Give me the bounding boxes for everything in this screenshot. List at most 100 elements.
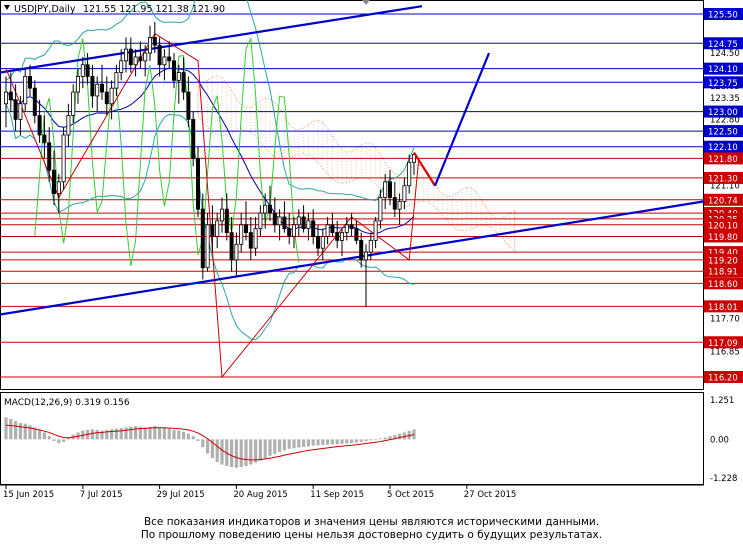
level-label: 122.10 bbox=[708, 143, 738, 153]
chart-title: USDJPY,Daily bbox=[14, 4, 76, 15]
price-level-labels: 125.50 124.75 124.10 123.75 123.00 122.50 122.… bbox=[704, 8, 743, 384]
macd-histogram-bar bbox=[215, 439, 219, 463]
macd-histogram-bar bbox=[364, 439, 368, 442]
chart-canvas: 123.35122.80121.10117.70116.85124.50123.… bbox=[0, 0, 743, 500]
candle-body bbox=[114, 72, 119, 89]
candle-body bbox=[128, 48, 133, 66]
macd-histogram-bar bbox=[134, 426, 138, 440]
macd-histogram-bar bbox=[335, 439, 339, 445]
level-label: 121.30 bbox=[708, 174, 738, 184]
time-tick-label: 7 Jul 2015 bbox=[80, 490, 123, 500]
candle-body bbox=[320, 236, 325, 249]
macd-histogram-bar bbox=[306, 439, 310, 447]
candle-body bbox=[272, 212, 277, 226]
price-tick-label: 123.35 bbox=[710, 94, 740, 104]
macd-histogram-bar bbox=[62, 439, 66, 442]
macd-histogram-bar bbox=[330, 439, 334, 445]
level-label: 123.00 bbox=[708, 108, 738, 118]
candle-body bbox=[258, 212, 263, 230]
candle-body bbox=[100, 83, 105, 93]
candle-body bbox=[311, 220, 316, 237]
macd-histogram-bar bbox=[52, 439, 56, 441]
macd-histogram-bar bbox=[282, 439, 286, 451]
macd-histogram-bar bbox=[369, 439, 373, 441]
macd-histogram-bar bbox=[4, 417, 8, 440]
candle-body bbox=[267, 204, 272, 214]
candle-body bbox=[52, 169, 57, 194]
candle-body bbox=[402, 185, 407, 202]
candle-body bbox=[359, 239, 364, 261]
candle-body bbox=[133, 56, 138, 66]
candle-body bbox=[138, 56, 143, 62]
time-axis-ticks: 15 Jun 2015 7 Jul 2015 29 Jul 2015 20 Aug 2… bbox=[3, 485, 516, 500]
candle-body bbox=[56, 181, 61, 194]
macd-histogram-bar bbox=[172, 429, 176, 440]
macd-histogram-bar bbox=[182, 431, 186, 440]
macd-tick-label: 0.00 bbox=[710, 435, 729, 445]
macd-histogram-bar bbox=[38, 429, 42, 440]
candle-body bbox=[349, 224, 354, 230]
macd-title: MACD(12,26,9) 0.319 0.156 bbox=[4, 398, 130, 408]
candle-body bbox=[147, 37, 152, 54]
candle-body bbox=[186, 91, 191, 120]
level-label: 117.09 bbox=[708, 339, 738, 349]
macd-histogram-bar bbox=[326, 439, 330, 445]
macd-histogram-bar bbox=[42, 432, 46, 440]
level-label: 119.20 bbox=[708, 256, 738, 266]
candle-body bbox=[383, 181, 388, 198]
candle-body bbox=[18, 103, 23, 120]
candle-body bbox=[392, 197, 397, 210]
candle-body bbox=[205, 224, 210, 269]
candle-body bbox=[282, 216, 287, 230]
candle-body bbox=[191, 118, 196, 159]
macd-histogram-bar bbox=[95, 429, 99, 440]
macd-histogram-bar bbox=[374, 439, 378, 441]
candle-body bbox=[80, 64, 85, 77]
candle-body bbox=[104, 91, 109, 105]
candle-body bbox=[378, 197, 383, 222]
candle-body bbox=[397, 200, 402, 210]
level-label: 124.10 bbox=[708, 65, 738, 75]
level-label: 120.10 bbox=[708, 221, 738, 231]
macd-histogram-bar bbox=[158, 427, 162, 440]
candle-body bbox=[229, 232, 234, 261]
macd-histogram-bar bbox=[9, 418, 13, 440]
candle-body bbox=[344, 224, 349, 233]
time-tick-label: 27 Oct 2015 bbox=[464, 490, 517, 500]
macd-histogram-bar bbox=[254, 439, 258, 463]
macd-histogram-bar bbox=[162, 428, 166, 440]
macd-histogram-bar bbox=[388, 436, 392, 440]
candle-body bbox=[339, 232, 344, 241]
candle-body bbox=[181, 72, 186, 93]
macd-histogram-bar bbox=[258, 439, 262, 461]
macd-histogram-bar bbox=[167, 428, 171, 440]
candle-body bbox=[373, 220, 378, 241]
candle-body bbox=[224, 208, 229, 233]
candle-body bbox=[335, 232, 340, 241]
candle-body bbox=[210, 224, 215, 237]
macd-histogram-bar bbox=[345, 439, 349, 444]
candle-body bbox=[263, 204, 268, 214]
candle-body bbox=[23, 76, 28, 105]
level-label: 118.91 bbox=[708, 268, 738, 278]
level-label: 124.75 bbox=[708, 40, 738, 50]
macd-histogram-bar bbox=[18, 423, 22, 440]
candle-body bbox=[76, 76, 81, 93]
price-tick-label: 116.85 bbox=[710, 348, 740, 358]
candle-body bbox=[306, 220, 311, 230]
candle-body bbox=[61, 134, 66, 183]
macd-tick-label: 1.251 bbox=[710, 396, 734, 406]
level-label: 120.74 bbox=[708, 196, 738, 206]
macd-histogram-bar bbox=[110, 429, 114, 440]
candle-body bbox=[363, 251, 368, 261]
macd-histogram-bar bbox=[234, 439, 238, 468]
macd-histogram-bar bbox=[292, 439, 296, 449]
candle-body bbox=[354, 228, 359, 241]
macd-histogram-bar bbox=[47, 436, 51, 440]
candle-body bbox=[368, 239, 373, 253]
candle-body bbox=[215, 220, 220, 237]
macd-histogram-bar bbox=[57, 439, 61, 444]
macd-tick-label: -1.228 bbox=[710, 474, 737, 484]
candle-body bbox=[296, 216, 301, 226]
time-tick-label: 29 Jul 2015 bbox=[157, 490, 205, 500]
